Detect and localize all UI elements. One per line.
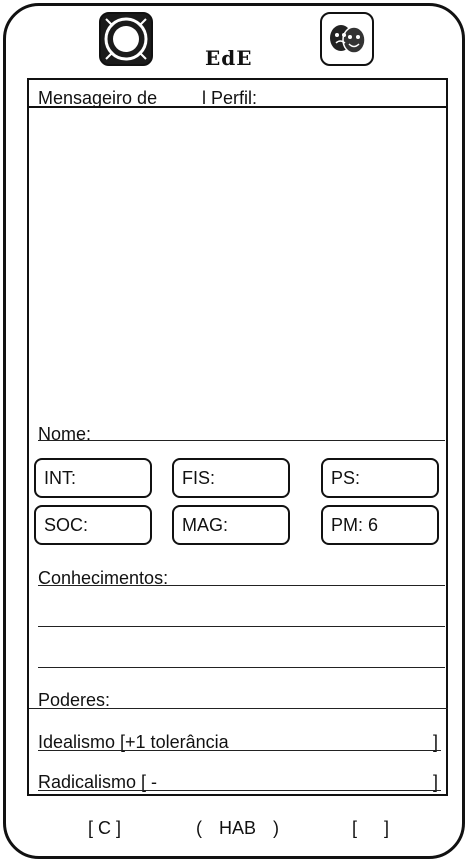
powers-line: [29, 708, 448, 709]
stat-soc[interactable]: SOC:: [34, 505, 152, 545]
stat-fis-label: FIS:: [182, 468, 216, 488]
profile-label: l Perfil:: [202, 88, 258, 108]
blank-button[interactable]: [ ]: [352, 818, 389, 839]
stat-int[interactable]: INT:: [34, 458, 152, 498]
portrait-area[interactable]: [29, 108, 446, 418]
messenger-label: Mensageiro de: [38, 88, 158, 108]
circle-ring-button[interactable]: [99, 12, 153, 66]
knowledge-line-2[interactable]: [38, 626, 445, 627]
stat-int-label: INT:: [44, 468, 77, 488]
stat-mag[interactable]: MAG:: [172, 505, 290, 545]
radicalism-line[interactable]: [38, 790, 441, 791]
circle-ring-icon: [104, 17, 148, 61]
c-button[interactable]: [ C ]: [88, 818, 121, 839]
theater-masks-button[interactable]: [320, 12, 374, 66]
stat-fis[interactable]: FIS:: [172, 458, 290, 498]
name-line[interactable]: [38, 440, 445, 441]
character-sheet: Mensageiro de l Perfil: Nome: INT: FIS: …: [27, 78, 448, 796]
stat-soc-label: SOC:: [44, 515, 89, 535]
name-label: Nome:: [38, 424, 92, 444]
app-logo: EdE: [205, 46, 253, 70]
stat-mag-label: MAG:: [182, 515, 229, 535]
knowledge-line-3[interactable]: [38, 667, 445, 668]
stat-pm[interactable]: PM: 6: [321, 505, 439, 545]
stat-ps-label: PS:: [331, 468, 361, 488]
stat-ps[interactable]: PS:: [321, 458, 439, 498]
theater-masks-icon: [330, 25, 366, 54]
knowledge-line-1[interactable]: [38, 585, 445, 586]
stat-pm-label: PM: 6: [331, 515, 379, 535]
idealism-line[interactable]: [38, 750, 441, 751]
sheet-header: Mensageiro de l Perfil:: [29, 80, 446, 108]
hab-button[interactable]: ( HAB ): [196, 818, 279, 839]
